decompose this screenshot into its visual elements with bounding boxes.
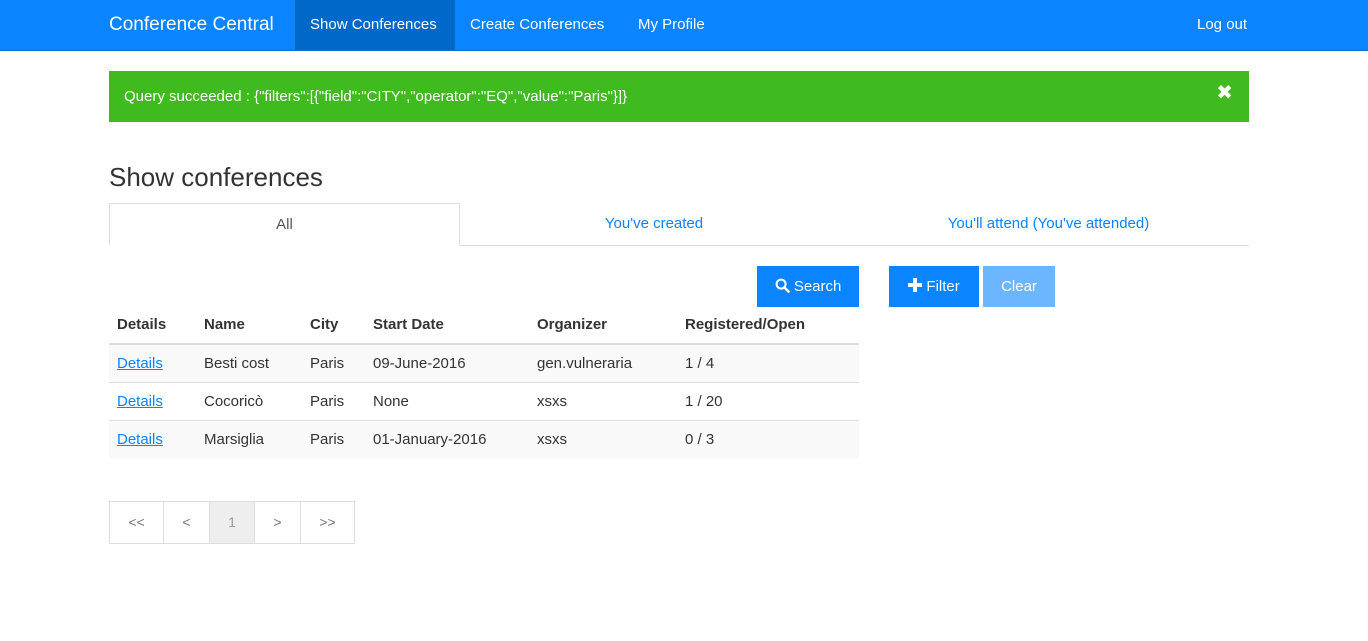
page-last-button[interactable]: >> bbox=[300, 501, 355, 544]
table-cell: Paris bbox=[302, 419, 365, 458]
table-cell: None bbox=[365, 381, 529, 420]
table-cell: Paris bbox=[302, 343, 365, 382]
pagination: << < 1 > >> bbox=[109, 501, 355, 544]
tab-created[interactable]: You've created bbox=[460, 203, 848, 246]
logout-link[interactable]: Log out bbox=[1182, 0, 1262, 50]
column-header: Name bbox=[196, 306, 302, 345]
success-alert: Query succeeded : {"filters":[{"field":"… bbox=[109, 71, 1249, 122]
close-icon[interactable]: ✖ bbox=[1216, 71, 1233, 122]
table-cell: xsxs bbox=[529, 381, 677, 420]
search-button[interactable]: Search bbox=[757, 266, 859, 307]
column-header: Registered/Open bbox=[677, 306, 859, 345]
tab-all[interactable]: All bbox=[109, 203, 460, 246]
table-cell: 1 / 4 bbox=[677, 343, 859, 382]
details-link[interactable]: Details bbox=[117, 355, 163, 372]
page-prev-button[interactable]: < bbox=[163, 501, 210, 544]
navbar: Conference Central Show Conferences Crea… bbox=[0, 0, 1368, 51]
table-cell: 1 / 20 bbox=[677, 381, 859, 420]
nav-create-conferences[interactable]: Create Conferences bbox=[455, 0, 619, 50]
table-cell: 0 / 3 bbox=[677, 419, 859, 458]
column-header: Details bbox=[109, 306, 196, 345]
clear-button[interactable]: Clear bbox=[983, 266, 1055, 307]
details-link[interactable]: Details bbox=[117, 393, 163, 410]
table-cell: Besti cost bbox=[196, 343, 302, 382]
tab-attend[interactable]: You'll attend (You've attended) bbox=[848, 203, 1249, 246]
table-cell: gen.vulneraria bbox=[529, 343, 677, 382]
table-row: Details Marsiglia Paris 01-January-2016 … bbox=[109, 419, 859, 458]
column-header: Organizer bbox=[529, 306, 677, 345]
table-row: Details Besti cost Paris 09-June-2016 ge… bbox=[109, 343, 859, 382]
table-cell: xsxs bbox=[529, 419, 677, 458]
column-header: City bbox=[302, 306, 365, 345]
column-header: Start Date bbox=[365, 306, 529, 345]
alert-message: Query succeeded : {"filters":[{"field":"… bbox=[124, 88, 628, 105]
tabs: All You've created You'll attend (You've… bbox=[109, 203, 1249, 246]
table-header-row: Details Name City Start Date Organizer R… bbox=[109, 306, 859, 345]
table-cell: Marsiglia bbox=[196, 419, 302, 458]
page-current[interactable]: 1 bbox=[209, 501, 255, 544]
nav-my-profile[interactable]: My Profile bbox=[623, 0, 720, 50]
plus-icon bbox=[908, 278, 923, 292]
details-link[interactable]: Details bbox=[117, 431, 163, 448]
search-icon bbox=[775, 278, 790, 293]
table-cell: Paris bbox=[302, 381, 365, 420]
conferences-table: Details Name City Start Date Organizer R… bbox=[109, 306, 859, 458]
brand-link[interactable]: Conference Central bbox=[109, 0, 274, 50]
filter-button[interactable]: Filter bbox=[889, 266, 979, 307]
nav-show-conferences[interactable]: Show Conferences bbox=[295, 0, 455, 50]
table-cell: Cocoricò bbox=[196, 381, 302, 420]
search-button-label: Search bbox=[793, 278, 842, 295]
table-cell: 01-January-2016 bbox=[365, 419, 529, 458]
page-first-button[interactable]: << bbox=[109, 501, 164, 544]
table-cell: 09-June-2016 bbox=[365, 343, 529, 382]
page-title: Show conferences bbox=[109, 162, 323, 192]
filter-button-label: Filter bbox=[926, 278, 960, 295]
table-row: Details Cocoricò Paris None xsxs 1 / 20 bbox=[109, 381, 859, 420]
page-next-button[interactable]: > bbox=[254, 501, 301, 544]
